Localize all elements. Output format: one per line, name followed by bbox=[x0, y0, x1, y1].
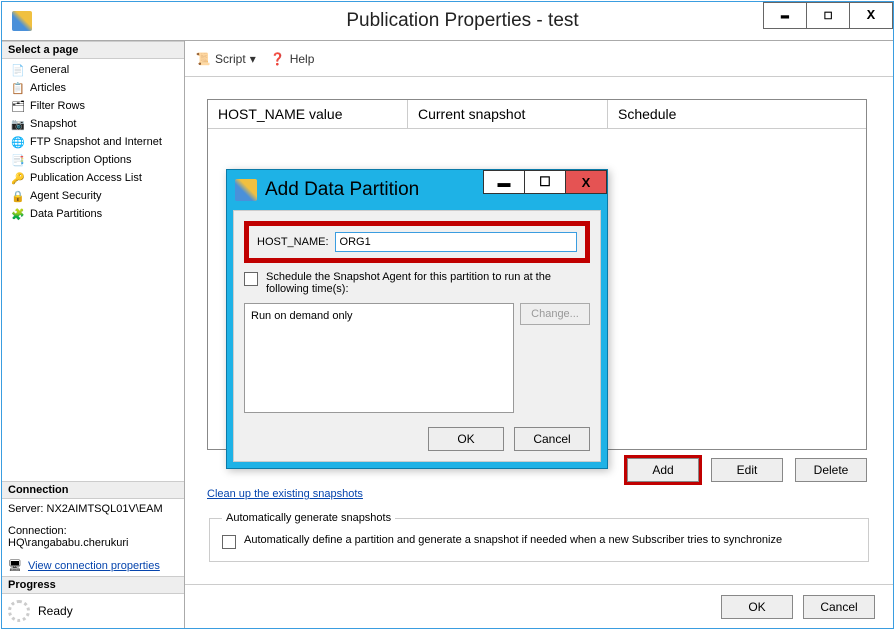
sidebar-item-label: Articles bbox=[30, 82, 66, 94]
titlebar: Publication Properties - test ▬ ☐ X bbox=[2, 2, 893, 40]
grid-col-hostname[interactable]: HOST_NAME value bbox=[208, 100, 408, 128]
help-label: Help bbox=[290, 52, 315, 66]
connection-label: Connection: bbox=[8, 525, 178, 537]
sidebar-item-label: Publication Access List bbox=[30, 172, 142, 184]
fieldset-legend: Automatically generate snapshots bbox=[222, 512, 395, 524]
connection-header: Connection bbox=[2, 481, 184, 499]
dialog-cancel-button[interactable]: Cancel bbox=[514, 427, 590, 451]
sidebar-item-subscription[interactable]: 📑 Subscription Options bbox=[2, 151, 184, 169]
schedule-checkbox-label: Schedule the Snapshot Agent for this par… bbox=[266, 271, 590, 295]
minimize-button[interactable]: ▬ bbox=[763, 2, 807, 29]
sidebar-item-label: Filter Rows bbox=[30, 100, 85, 112]
progress-status: Ready bbox=[38, 604, 73, 618]
cleanup-link[interactable]: Clean up the existing snapshots bbox=[207, 488, 363, 500]
script-menu[interactable]: 📜 Script ▾ bbox=[195, 51, 256, 67]
dialog-minimize-button[interactable]: ▬ bbox=[483, 170, 525, 194]
script-label: Script bbox=[215, 52, 246, 66]
properties-icon: 🖥 bbox=[8, 559, 22, 572]
close-button[interactable]: X bbox=[849, 2, 893, 29]
progress-spinner-icon bbox=[8, 600, 30, 622]
cancel-button[interactable]: Cancel bbox=[803, 595, 875, 619]
grid-col-snapshot[interactable]: Current snapshot bbox=[408, 100, 608, 128]
script-icon: 📜 bbox=[195, 51, 211, 67]
filter-icon: 🗂 bbox=[10, 98, 26, 114]
grid-col-schedule[interactable]: Schedule bbox=[608, 100, 866, 128]
auto-snapshot-fieldset: Automatically generate snapshots Automat… bbox=[209, 512, 869, 562]
schedule-checkbox[interactable] bbox=[244, 272, 258, 286]
dialog-title: Add Data Partition bbox=[265, 179, 419, 201]
server-label: Server: NX2AIMTSQL01V\EAM bbox=[8, 503, 178, 515]
sidebar-item-agent-security[interactable]: 🔒 Agent Security bbox=[2, 187, 184, 205]
sidebar-item-general[interactable]: 📄 General bbox=[2, 61, 184, 79]
page-icon: 📄 bbox=[10, 62, 26, 78]
sidebar-item-snapshot[interactable]: 📷 Snapshot bbox=[2, 115, 184, 133]
ftp-icon: 🌐 bbox=[10, 134, 26, 150]
delete-button[interactable]: Delete bbox=[795, 458, 867, 482]
maximize-button[interactable]: ☐ bbox=[806, 2, 850, 29]
auto-define-checkbox[interactable] bbox=[222, 535, 236, 549]
sidebar-item-articles[interactable]: 📋 Articles bbox=[2, 79, 184, 97]
sidebar-item-label: Data Partitions bbox=[30, 208, 102, 220]
sidebar-item-access-list[interactable]: 🔑 Publication Access List bbox=[2, 169, 184, 187]
app-icon bbox=[12, 11, 32, 31]
security-icon: 🔒 bbox=[10, 188, 26, 204]
add-partition-dialog: Add Data Partition ▬ ☐ X HOST_NAME: Sche… bbox=[226, 169, 608, 469]
edit-button[interactable]: Edit bbox=[711, 458, 783, 482]
sidebar: Select a page 📄 General 📋 Articles 🗂 Filter… bbox=[2, 41, 185, 628]
add-button[interactable]: Add bbox=[627, 458, 699, 482]
schedule-textarea: Run on demand only bbox=[244, 303, 514, 413]
sidebar-item-label: Snapshot bbox=[30, 118, 76, 130]
sidebar-item-label: Agent Security bbox=[30, 190, 102, 202]
view-connection-properties-link[interactable]: View connection properties bbox=[28, 560, 160, 572]
help-icon: ❓ bbox=[270, 51, 286, 67]
dialog-maximize-button[interactable]: ☐ bbox=[524, 170, 566, 194]
sidebar-item-data-partitions[interactable]: 🧩 Data Partitions bbox=[2, 205, 184, 223]
select-page-header: Select a page bbox=[2, 41, 184, 59]
connection-value: HQ\rangababu.cherukuri bbox=[8, 537, 178, 549]
hostname-label: HOST_NAME: bbox=[257, 236, 329, 248]
dialog-close-button[interactable]: X bbox=[565, 170, 607, 194]
progress-header: Progress bbox=[2, 576, 184, 594]
ok-button[interactable]: OK bbox=[721, 595, 793, 619]
access-icon: 🔑 bbox=[10, 170, 26, 186]
subscription-icon: 📑 bbox=[10, 152, 26, 168]
dialog-icon bbox=[235, 179, 257, 201]
partition-icon: 🧩 bbox=[10, 206, 26, 222]
articles-icon: 📋 bbox=[10, 80, 26, 96]
dialog-ok-button[interactable]: OK bbox=[428, 427, 504, 451]
sidebar-item-filter-rows[interactable]: 🗂 Filter Rows bbox=[2, 97, 184, 115]
sidebar-item-label: Subscription Options bbox=[30, 154, 132, 166]
change-button[interactable]: Change... bbox=[520, 303, 590, 325]
sidebar-item-label: FTP Snapshot and Internet bbox=[30, 136, 162, 148]
hostname-input[interactable] bbox=[335, 232, 577, 252]
chevron-down-icon: ▾ bbox=[250, 52, 256, 66]
sidebar-item-label: General bbox=[30, 64, 69, 76]
snapshot-icon: 📷 bbox=[10, 116, 26, 132]
auto-define-label: Automatically define a partition and gen… bbox=[244, 534, 782, 546]
toolbar: 📜 Script ▾ ❓ Help bbox=[185, 41, 893, 77]
sidebar-item-ftp[interactable]: 🌐 FTP Snapshot and Internet bbox=[2, 133, 184, 151]
help-menu[interactable]: ❓ Help bbox=[270, 51, 315, 67]
